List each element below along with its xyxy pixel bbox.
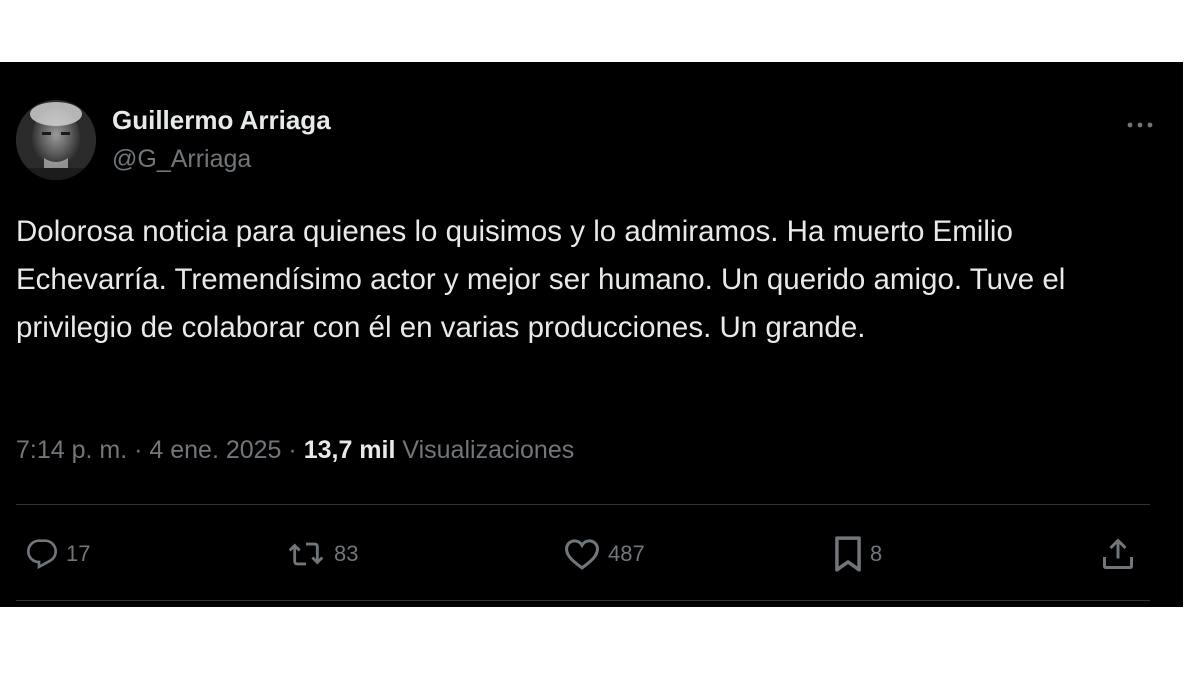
meta-separator: · xyxy=(127,436,150,464)
retweet-icon xyxy=(288,542,324,566)
more-options-button[interactable] xyxy=(1120,110,1160,140)
tweet-header: Guillermo Arriaga @G_Arriaga xyxy=(16,100,1166,184)
views-count[interactable]: 13,7 mil xyxy=(304,436,396,464)
meta-separator: · xyxy=(281,436,304,464)
bookmark-button[interactable]: 8 xyxy=(832,530,882,578)
avatar-image xyxy=(16,100,96,180)
author-handle[interactable]: @G_Arriaga xyxy=(112,145,251,174)
avatar[interactable] xyxy=(16,100,96,180)
tweet-date[interactable]: 4 ene. 2025 xyxy=(149,436,281,464)
divider xyxy=(16,504,1150,505)
heart-icon xyxy=(564,539,600,570)
share-button[interactable] xyxy=(1100,530,1136,578)
retweet-button[interactable]: 83 xyxy=(284,530,358,578)
tweet-meta: 7:14 p. m. · 4 ene. 2025 · 13,7 mil Visu… xyxy=(16,436,574,465)
like-count: 487 xyxy=(608,541,645,566)
reply-icon xyxy=(26,539,58,570)
more-icon xyxy=(1127,122,1153,128)
action-bar: 17 83 487 8 xyxy=(16,530,1150,578)
reply-count: 17 xyxy=(66,541,91,566)
bookmark-icon xyxy=(835,536,861,572)
author-name[interactable]: Guillermo Arriaga xyxy=(112,105,331,136)
views-label[interactable]: Visualizaciones xyxy=(402,436,574,464)
bookmark-count: 8 xyxy=(870,541,883,566)
tweet-time[interactable]: 7:14 p. m. xyxy=(16,436,127,464)
divider xyxy=(16,600,1150,601)
like-button[interactable]: 487 xyxy=(562,530,645,578)
retweet-count: 83 xyxy=(334,541,359,566)
reply-button[interactable]: 17 xyxy=(24,530,90,578)
tweet-text: Dolorosa noticia para quienes lo quisimo… xyxy=(16,215,1066,344)
share-icon xyxy=(1103,538,1133,569)
tweet-card: Guillermo Arriaga @G_Arriaga Dolorosa no… xyxy=(0,62,1183,607)
